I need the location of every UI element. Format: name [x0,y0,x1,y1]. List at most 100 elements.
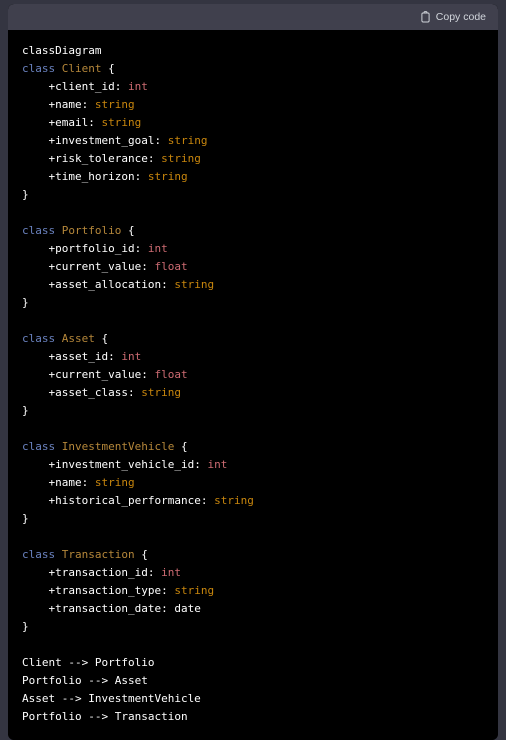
code-line: +asset_id: int [22,348,484,366]
code-line: class Transaction { [22,546,484,564]
code-token-keyword: class [22,224,62,237]
code-token-type-num: int [121,350,142,363]
code-token-type-str: string [94,476,135,489]
code-token-type-num: float [154,260,188,273]
code-content[interactable]: classDiagram class Client { +client_id: … [8,42,498,726]
code-token-type-str: string [167,134,208,147]
code-token-member: +time_horizon: [48,170,148,183]
code-line: +time_horizon: string [22,168,484,186]
code-token-keyword: class [22,62,62,75]
code-token-punct: } [22,512,29,525]
code-token-punct: { [174,440,188,453]
code-token-keyword: class [22,332,62,345]
code-line: +transaction_type: string [22,582,484,600]
code-token-member: +risk_tolerance: [48,152,162,165]
code-line: +client_id: int [22,78,484,96]
code-token-member: +portfolio_id: [48,242,148,255]
code-line: class Asset { [22,330,484,348]
code-line: classDiagram [22,42,484,60]
code-token-member: +current_value: [48,260,155,273]
code-token-punct: { [134,548,148,561]
code-token-type-num: int [147,242,168,255]
code-token-punct: { [121,224,135,237]
code-token-plain: classDiagram [22,44,102,57]
code-token-member: +client_id: [48,80,128,93]
code-block-header: Copy code [8,4,498,30]
code-token-type-num: int [161,566,181,579]
code-token-member: +asset_id: [48,350,122,363]
code-line: class Portfolio { [22,222,484,240]
code-line: +risk_tolerance: string [22,150,484,168]
code-line: +transaction_id: int [22,564,484,582]
code-line: Client --> Portfolio [22,654,484,672]
code-token-classname: Client [61,62,102,75]
code-block: Copy code classDiagram class Client { +c… [8,4,498,740]
code-token-classname: Portfolio [61,224,122,237]
code-token-punct: } [22,188,29,201]
code-token-member: +transaction_date: date [48,602,201,615]
code-line: +name: string [22,96,484,114]
code-line: +current_value: float [22,258,484,276]
code-token-punct: } [22,620,29,633]
code-token-member: +transaction_type: [48,584,175,597]
code-token-keyword: class [22,440,62,453]
code-token-classname: Transaction [61,548,135,561]
code-token-member: +investment_goal: [48,134,168,147]
copy-code-label: Copy code [435,10,486,23]
code-line: +historical_performance: string [22,492,484,510]
code-line: +name: string [22,474,484,492]
code-token-punct: { [94,332,109,345]
code-line: } [22,618,484,636]
code-block-body: classDiagram class Client { +client_id: … [8,30,498,740]
code-token-member: +email: [48,116,102,129]
code-token-type-str: string [94,98,135,111]
code-line: class Client { [22,60,484,78]
code-token-type-str: string [174,278,215,291]
code-token-type-num: int [127,80,148,93]
code-line: Portfolio --> Asset [22,672,484,690]
copy-code-button[interactable]: Copy code [420,11,486,23]
code-token-punct: } [22,296,29,309]
code-line: +investment_goal: string [22,132,484,150]
code-token-member: +name: [48,98,95,111]
code-token-keyword: class [22,548,62,561]
code-token-type-num: float [154,368,188,381]
code-line: class InvestmentVehicle { [22,438,484,456]
code-line: +asset_allocation: string [22,276,484,294]
code-token-member: +asset_allocation: [48,278,175,291]
clipboard-icon [420,11,431,23]
code-line: Portfolio --> Transaction [22,708,484,726]
code-token-member: +transaction_id: [48,566,162,579]
code-token-type-str: string [141,386,181,399]
code-line: Asset --> InvestmentVehicle [22,690,484,708]
code-token-type-num: int [207,458,228,471]
code-line: +email: string [22,114,484,132]
code-token-punct: { [101,62,115,75]
code-line: +investment_vehicle_id: int [22,456,484,474]
code-token-rel: Asset --> InvestmentVehicle [22,692,201,705]
code-token-member: +asset_class: [48,386,142,399]
code-line: } [22,186,484,204]
code-token-rel: Portfolio --> Transaction [22,710,188,723]
code-line: +portfolio_id: int [22,240,484,258]
code-token-member: +current_value: [48,368,155,381]
code-line: } [22,402,484,420]
code-token-rel: Client --> Portfolio [22,656,155,669]
code-token-punct: } [22,404,29,417]
code-token-member: +name: [48,476,95,489]
code-token-classname: Asset [61,332,95,345]
code-line: +asset_class: string [22,384,484,402]
code-token-classname: InvestmentVehicle [61,440,175,453]
code-token-member: +historical_performance: [48,494,215,507]
code-line: +current_value: float [22,366,484,384]
code-line: +transaction_date: date [22,600,484,618]
code-token-type-str: string [214,494,254,507]
code-token-type-str: string [101,116,142,129]
code-line: } [22,294,484,312]
code-token-type-str: string [161,152,201,165]
